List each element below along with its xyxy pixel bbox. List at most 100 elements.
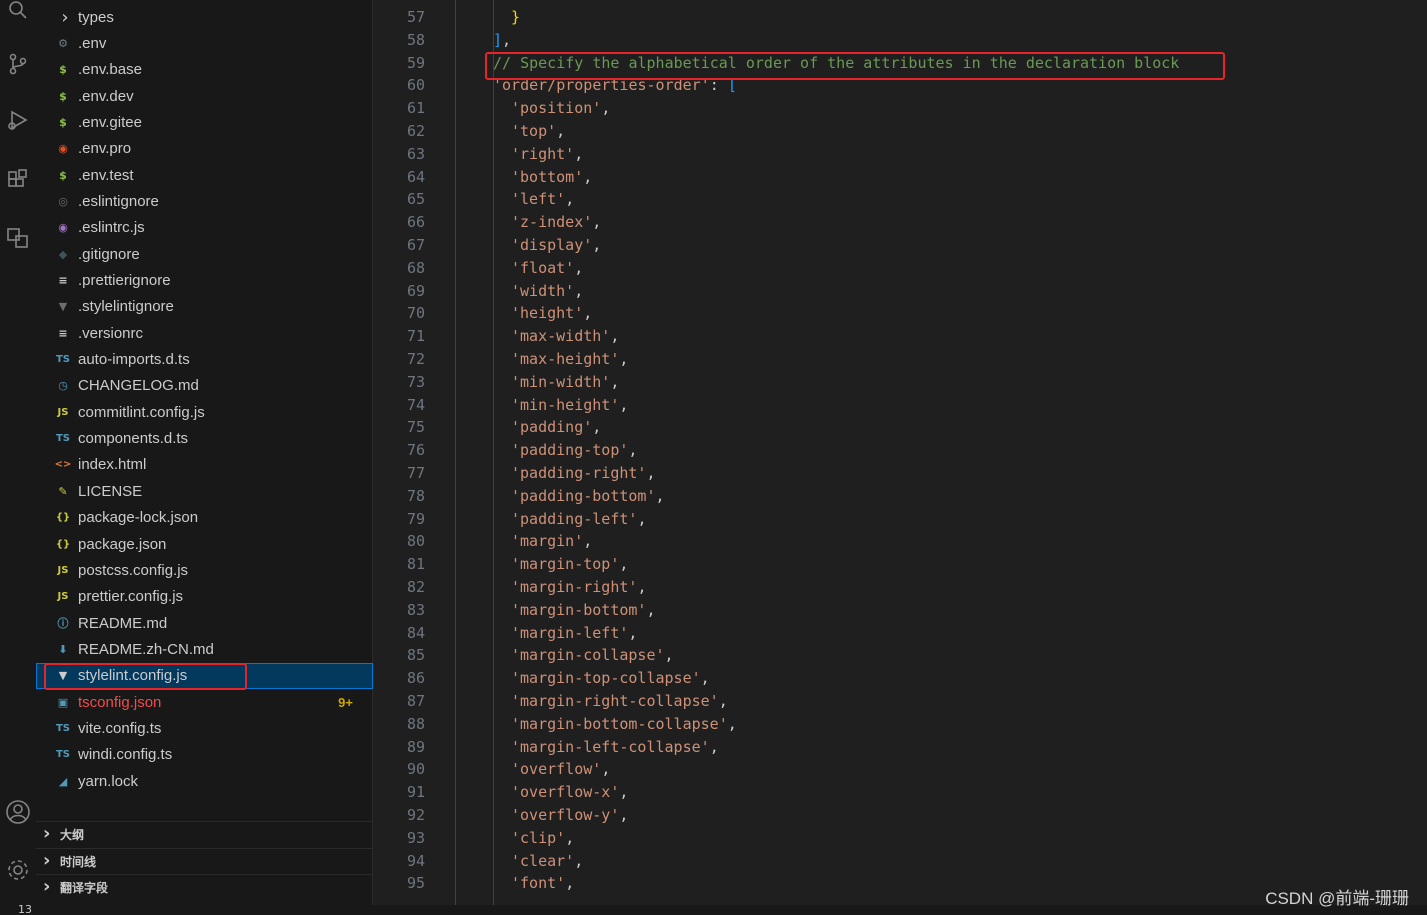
file-item[interactable]: {} package-lock.json [36,505,373,531]
code-token: 'margin-bottom-collapse' [511,714,728,733]
code-editor[interactable]: 57} 58], 59// Specify the alphabetical ord… [374,0,1427,905]
file-item[interactable]: JS postcss.config.js [36,557,373,583]
code-line: 57} [374,6,1427,29]
code-token: , [574,281,584,300]
code-text: 'width', [511,280,583,303]
search-icon[interactable] [0,0,36,30]
file-name: CHANGELOG.md [78,377,199,395]
file-name: package.json [78,535,167,553]
line-number: 76 [406,441,425,460]
line-number: 74 [406,395,425,414]
settings-gear-icon[interactable] [0,850,36,890]
line-number: 88 [406,714,425,733]
folder-item[interactable]: › types [36,4,373,30]
line-number: 61 [406,99,425,118]
file-name: .env.pro [78,140,132,158]
code-line: 91 'overflow-x', [374,781,1427,804]
section-header[interactable]: › 翻译字段 [36,874,373,900]
file-name: index.html [78,456,147,474]
translate-icon[interactable] [0,218,36,258]
file-item[interactable]: TS windi.config.ts [36,742,373,768]
code-line: 88 'margin-bottom-collapse', [374,713,1427,736]
typescript-icon: TS [55,433,71,445]
code-line: 80 'margin', [374,530,1427,553]
code-token: , [565,190,575,209]
code-text: 'margin', [511,530,592,553]
dollar-icon: $ [59,89,67,103]
file-item[interactable]: JS commitlint.config.js [36,399,373,425]
explorer-sidebar: › types ⚙ .env $ .env.base $ .env.dev $ .env.gite… [36,0,373,905]
code-token: 'padding-right' [511,464,647,482]
code-text: 'margin-left', [511,622,637,645]
lines-icon: ≡ [58,274,68,287]
file-name: .versionrc [78,324,144,342]
code-token: , [646,464,656,482]
file-item[interactable]: ◷ CHANGELOG.md [36,373,373,399]
line-number: 91 [406,783,425,802]
file-item[interactable]: ◢ yarn.lock [36,768,373,794]
lines-icon: ≡ [58,326,68,340]
json-icon: {} [55,512,71,524]
file-item[interactable]: $ .env.test [36,162,373,188]
code-token: 'margin-left-collapse' [511,737,710,756]
file-item[interactable]: TS auto-imports.d.ts [36,347,373,373]
clock-icon: ◷ [58,379,68,393]
account-icon[interactable] [0,792,36,832]
extensions-icon[interactable] [0,160,36,200]
file-name: .env.dev [78,87,134,105]
file-item[interactable]: TS vite.config.ts [36,715,373,741]
activity-bar [0,0,36,905]
source-control-icon[interactable] [0,44,36,84]
code-text: 'min-width', [511,371,619,394]
file-item[interactable]: ≡ .prettierignore [36,268,373,294]
code-text: 'display', [511,234,601,257]
file-item[interactable]: ⬇ README.zh-CN.md [36,636,373,662]
code-line: 70 'height', [374,302,1427,325]
file-item[interactable]: ◉ .env.pro [36,136,373,162]
code-line: 89 'margin-left-collapse', [374,736,1427,759]
file-name: commitlint.config.js [78,403,205,421]
code-token: , [619,395,629,414]
file-item[interactable]: $ .env.gitee [36,109,373,135]
file-name: .eslintrc.js [78,219,145,237]
code-line: 64 'bottom', [374,166,1427,189]
file-item[interactable]: ⓘ README.md [36,610,373,636]
code-token: 'padding-left' [511,509,638,528]
code-text: 'z-index', [511,211,601,234]
file-item[interactable]: ≡ .versionrc [36,320,373,346]
section-header[interactable]: › 时间线 [36,847,373,874]
line-number: 58 [406,30,425,49]
line-number: 86 [406,669,425,688]
file-item[interactable]: ▣ tsconfig.json 9+ [36,689,373,715]
file-item[interactable]: ◉ .eslintrc.js [36,215,373,241]
error-count[interactable]: 13 [18,905,32,915]
file-item[interactable]: {} package.json [36,531,373,557]
code-token: , [583,532,593,551]
yarn-icon: ◢ [58,774,68,788]
code-token: 'margin-right-collapse' [511,692,719,710]
line-number: 72 [406,350,425,368]
file-item[interactable]: TS components.d.ts [36,426,373,452]
code-line: 84 'margin-left', [374,622,1427,645]
file-item[interactable]: ◎ .eslintignore [36,188,373,214]
eslint-icon: ◎ [58,194,68,208]
run-debug-icon[interactable] [0,100,36,140]
file-item[interactable]: ▼ .stylelintignore [36,294,373,320]
code-token: 'overflow-y' [511,806,620,824]
code-token: , [700,669,710,688]
file-item[interactable]: ⚙ .env [36,30,373,56]
code-line: 66 'z-index', [374,211,1427,234]
file-name: types [78,8,114,26]
line-number: 93 [406,828,425,847]
file-item[interactable]: ◆ .gitignore [36,241,373,267]
file-item[interactable]: $ .env.dev [36,83,373,109]
code-line: 86 'margin-top-collapse', [374,667,1427,690]
code-token: 'min-height' [511,395,620,414]
file-item[interactable]: ✎ LICENSE [36,478,373,504]
file-item[interactable]: JS prettier.config.js [36,584,373,610]
code-token: 'height' [511,304,584,323]
section-header[interactable]: › 大纲 [36,821,373,847]
file-item[interactable]: $ .env.base [36,57,373,83]
file-item[interactable]: <> index.html [36,452,373,478]
code-token: 'z-index' [511,213,593,232]
